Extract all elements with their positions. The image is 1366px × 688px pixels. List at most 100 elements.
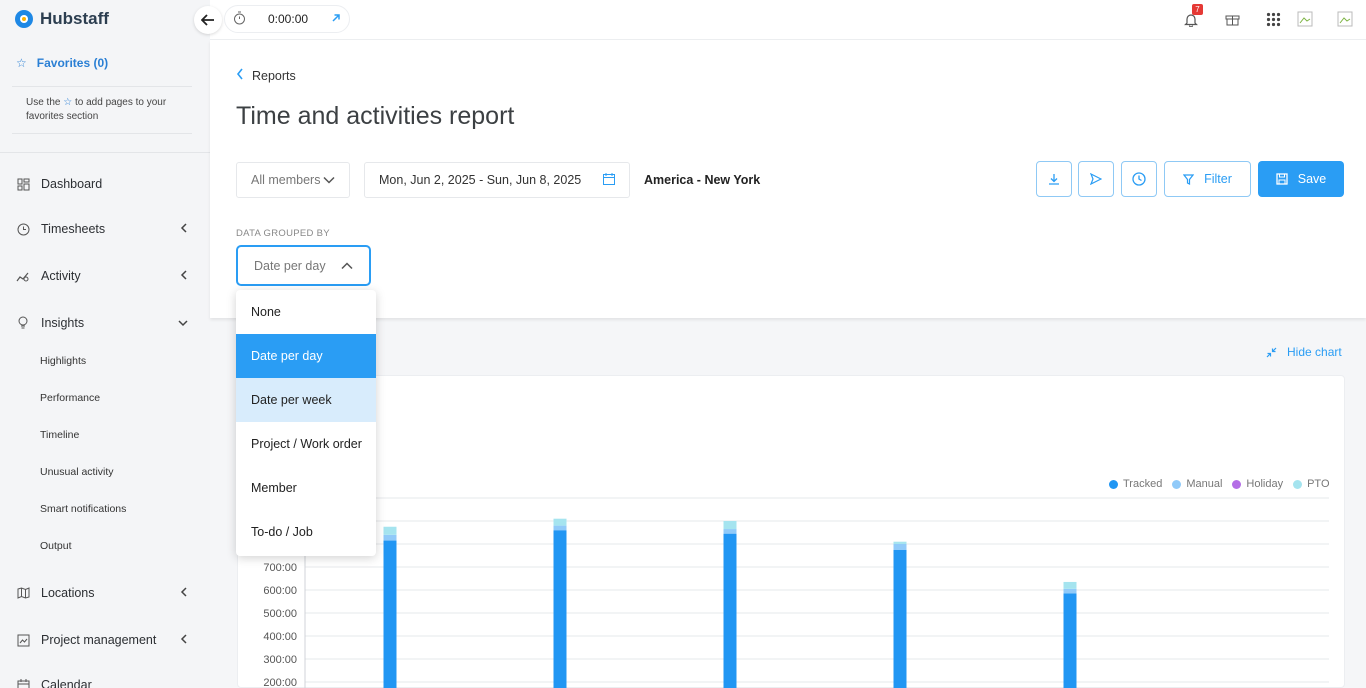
notifications-button[interactable]: 7: [1181, 4, 1203, 29]
sidebar: Hubstaff ☆ Favorites (0) Use the ☆ to ad…: [0, 0, 210, 688]
grouping-option-member[interactable]: Member: [236, 466, 376, 510]
grouping-option-todo-job[interactable]: To-do / Job: [236, 510, 376, 554]
legend-item-holiday[interactable]: Holiday: [1232, 478, 1283, 490]
timezone-label[interactable]: America - New York: [644, 173, 760, 187]
members-select[interactable]: All members: [236, 162, 350, 198]
sidebar-subitem-performance[interactable]: Performance: [40, 392, 100, 404]
bar-pto-2[interactable]: [553, 518, 567, 526]
bar-tracked-4[interactable]: [893, 549, 907, 688]
chevron-up-icon: [341, 259, 353, 273]
bar-pto-5[interactable]: [1063, 581, 1077, 589]
hide-chart-button[interactable]: Hide chart: [1266, 345, 1342, 359]
sidebar-subitem-highlights[interactable]: Highlights: [40, 355, 86, 367]
favorites-label: Favorites (0): [36, 56, 109, 70]
breadcrumb[interactable]: Reports: [236, 68, 296, 83]
broken-image-icon: [1337, 11, 1353, 27]
bar-manual-3[interactable]: [723, 529, 737, 534]
bar-manual-2[interactable]: [553, 525, 567, 531]
chevron-left-icon: [236, 68, 244, 83]
grouping-option-date-per-day[interactable]: Date per day: [236, 334, 376, 378]
filter-button[interactable]: Filter: [1164, 161, 1251, 197]
download-button[interactable]: [1036, 161, 1072, 197]
sidebar-item-activity[interactable]: Activity: [16, 269, 188, 283]
sidebar-item-project-management[interactable]: Project management: [16, 633, 188, 647]
bar-tracked-2[interactable]: [553, 530, 567, 688]
chevron-down-icon: [323, 173, 335, 187]
star-icon: ☆: [16, 56, 27, 70]
grouping-select[interactable]: Date per day: [236, 245, 371, 286]
grouping-dropdown-menu: None Date per day Date per week Project …: [236, 290, 376, 556]
send-icon: [1090, 173, 1102, 185]
sidebar-subitem-timeline[interactable]: Timeline: [40, 429, 79, 441]
floppy-icon: [1276, 173, 1288, 185]
sidebar-item-insights[interactable]: Insights: [16, 316, 188, 330]
arrow-left-icon: [201, 14, 214, 26]
clock-icon: [16, 222, 30, 236]
bar-tracked-3[interactable]: [723, 533, 737, 688]
grouping-label: DATA GROUPED BY: [236, 228, 330, 239]
grouping-option-date-per-week[interactable]: Date per week: [236, 378, 376, 422]
bar-manual-5[interactable]: [1063, 588, 1077, 594]
sidebar-item-calendar[interactable]: Calendar: [16, 678, 188, 688]
sidebar-subitem-smart-notifications[interactable]: Smart notifications: [40, 503, 126, 515]
chevron-left-icon: [180, 586, 188, 600]
chevron-left-icon: [180, 269, 188, 283]
star-icon: ☆: [63, 97, 73, 108]
brand-name: Hubstaff: [40, 9, 109, 28]
sidebar-item-locations[interactable]: Locations: [16, 586, 188, 600]
collapse-sidebar-button[interactable]: [194, 6, 222, 34]
breadcrumb-reports[interactable]: Reports: [252, 69, 296, 83]
grid-icon: [1266, 12, 1280, 26]
send-button[interactable]: [1078, 161, 1114, 197]
bar-manual-1[interactable]: [383, 534, 397, 541]
grouping-option-project-work-order[interactable]: Project / Work order: [236, 422, 376, 466]
filter-icon: [1183, 173, 1195, 185]
favorites-header[interactable]: ☆ Favorites (0): [16, 56, 108, 70]
chevron-left-icon: [180, 222, 188, 236]
grouping-option-none[interactable]: None: [236, 290, 376, 334]
hubstaff-logo-icon: [15, 10, 33, 28]
y-tick-label: 400:00: [263, 631, 297, 643]
bar-tracked-1[interactable]: [383, 540, 397, 688]
apps-button[interactable]: [1263, 9, 1283, 29]
legend-item-manual[interactable]: Manual: [1172, 478, 1222, 490]
report-header-panel: Reports Time and activities report All m…: [210, 40, 1366, 318]
y-tick-label: 300:00: [263, 654, 297, 666]
bar-manual-4[interactable]: [893, 544, 907, 550]
y-tick-label: 500:00: [263, 608, 297, 620]
timer-widget[interactable]: 0:00:00: [224, 5, 350, 33]
y-tick-label: 600:00: [263, 585, 297, 597]
activity-icon: [16, 269, 30, 283]
broken-image-icon: [1297, 11, 1313, 27]
project-icon: [16, 633, 30, 647]
schedule-button[interactable]: [1121, 161, 1157, 197]
download-icon: [1049, 174, 1059, 185]
brand-logo[interactable]: Hubstaff: [14, 9, 109, 29]
y-tick-label: 700:00: [263, 562, 297, 574]
user-avatar[interactable]: [1335, 9, 1355, 29]
legend-item-tracked[interactable]: Tracked: [1109, 478, 1162, 490]
collapse-icon: [1266, 347, 1277, 357]
open-timer-icon[interactable]: [331, 12, 341, 26]
chevron-left-icon: [180, 633, 188, 647]
chevron-down-icon: [178, 316, 188, 330]
stopwatch-icon: [233, 11, 246, 28]
dashboard-icon: [16, 177, 30, 191]
org-avatar[interactable]: [1295, 9, 1315, 29]
sidebar-subitem-unusual-activity[interactable]: Unusual activity: [40, 466, 114, 478]
page-title: Time and activities report: [236, 102, 515, 130]
map-icon: [16, 586, 30, 600]
gift-button[interactable]: [1222, 9, 1242, 29]
bar-tracked-5[interactable]: [1063, 593, 1077, 688]
save-button[interactable]: Save: [1258, 161, 1344, 197]
sidebar-subitem-output[interactable]: Output: [40, 540, 72, 552]
bar-pto-4[interactable]: [893, 541, 907, 544]
date-range-picker[interactable]: Mon, Jun 2, 2025 - Sun, Jun 8, 2025: [364, 162, 630, 198]
legend-item-pto[interactable]: PTO: [1293, 478, 1330, 490]
sidebar-divider: [0, 152, 210, 153]
bar-pto-3[interactable]: [723, 521, 737, 530]
sidebar-item-timesheets[interactable]: Timesheets: [16, 222, 188, 236]
clock-icon: [1132, 172, 1146, 186]
bar-pto-1[interactable]: [383, 526, 397, 535]
sidebar-item-dashboard[interactable]: Dashboard: [16, 177, 188, 191]
